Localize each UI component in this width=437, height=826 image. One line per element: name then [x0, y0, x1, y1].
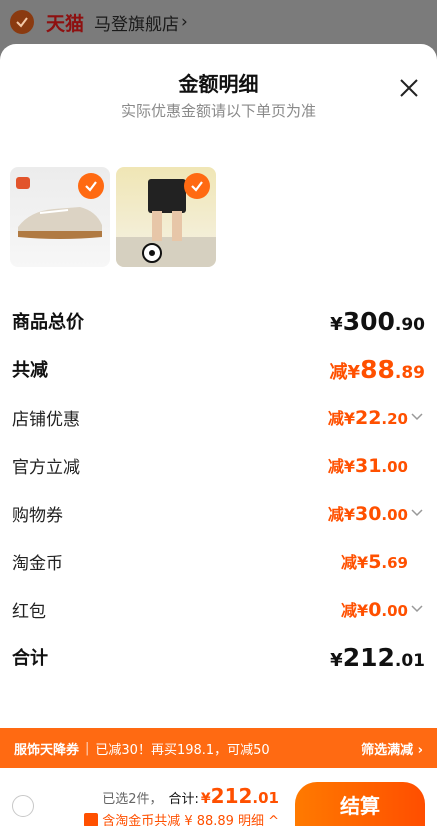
promo-tag: 服饰天降券	[14, 742, 80, 758]
row-sum: 合计 ¥212.01	[12, 637, 425, 677]
taojinbi-amount: 减¥ 5.69	[341, 551, 408, 573]
chevron-down-icon[interactable]	[411, 605, 425, 613]
official-discount-amount: 减¥ 31.00	[327, 455, 408, 477]
row-shopping-coupon[interactable]: 购物券 减¥ 30.00	[12, 493, 425, 533]
promo-bar[interactable]: 服饰天降券 | 已减30！再买198.1，可减50 筛选满减 ›	[0, 728, 437, 768]
row-label: 购物券	[12, 505, 63, 526]
store-coupon-amount: 减¥ 22.20	[327, 407, 408, 429]
row-label: 店铺优惠	[12, 409, 80, 430]
row-label: 红包	[12, 601, 46, 622]
store-header[interactable]: 天猫 马登旗舰店 ›	[0, 0, 437, 44]
checkout-summary: 已选2件， 合计: ¥212.01	[102, 784, 279, 808]
promo-divider: |	[85, 740, 90, 756]
product-thumb-sneaker[interactable]	[10, 167, 110, 267]
checkout-bar: 已选2件， 合计: ¥212.01 含淘金币共减 ¥ 88.89 明细 ^ 结算	[0, 768, 437, 826]
close-icon[interactable]	[397, 76, 421, 100]
selected-count: 已选2件，	[102, 792, 163, 807]
row-label: 官方立减	[12, 457, 80, 478]
shopping-coupon-amount: 减¥ 30.00	[327, 503, 408, 525]
chevron-down-icon[interactable]	[411, 413, 425, 421]
total-price-amount: ¥300.90	[330, 306, 425, 336]
row-taojinbi: 淘金币 减¥ 5.69	[12, 541, 425, 581]
hongbao-amount: 减¥ 0.00	[341, 599, 408, 621]
total-label: 合计:	[168, 792, 199, 807]
row-hongbao[interactable]: 红包 减¥ 0.00	[12, 589, 425, 629]
total-discount-amount: 减¥ 88.89	[329, 354, 425, 384]
promo-text: 已减30！再买198.1，可减50	[95, 742, 270, 758]
store-chevron-icon: ›	[181, 12, 188, 32]
thumb-check-icon[interactable]	[184, 173, 210, 199]
row-label: 淘金币	[12, 553, 63, 574]
row-label: 合计	[12, 648, 48, 669]
row-label: 商品总价	[12, 312, 84, 333]
coupon-icon	[84, 812, 99, 826]
sheet-title: 金额明细	[178, 72, 259, 96]
row-official-discount: 官方立减 减¥ 31.00	[12, 445, 425, 485]
product-thumb-shorts[interactable]	[116, 167, 216, 267]
filter-discount-link[interactable]: 筛选满减 ›	[361, 739, 423, 758]
detail-toggle[interactable]: 明细 ^	[238, 810, 279, 826]
saving-line[interactable]: 含淘金币共减 ¥ 88.89 明细 ^	[84, 810, 279, 826]
row-store-coupon[interactable]: 店铺优惠 减¥ 22.20	[12, 397, 425, 437]
sheet-subtitle: 实际优惠金额请以下单页为准	[120, 102, 316, 120]
row-label: 共减	[12, 360, 48, 381]
sum-amount: ¥212.01	[330, 642, 425, 672]
saving-text: 含淘金币共减 ¥ 88.89	[102, 814, 234, 826]
store-check-icon[interactable]	[10, 10, 34, 34]
product-thumbnails	[10, 167, 216, 267]
row-total-discount: 共减 减¥ 88.89	[12, 349, 425, 389]
tmall-logo: 天猫	[46, 12, 85, 35]
chevron-down-icon[interactable]	[411, 509, 425, 517]
row-total-price: 商品总价 ¥300.90	[12, 301, 425, 341]
store-name[interactable]: 马登旗舰店	[94, 10, 179, 35]
checkout-total: ¥212.01	[200, 784, 279, 808]
thumb-check-icon[interactable]	[78, 173, 104, 199]
select-all-radio[interactable]	[12, 795, 34, 817]
checkout-button[interactable]: 结算	[295, 782, 425, 826]
